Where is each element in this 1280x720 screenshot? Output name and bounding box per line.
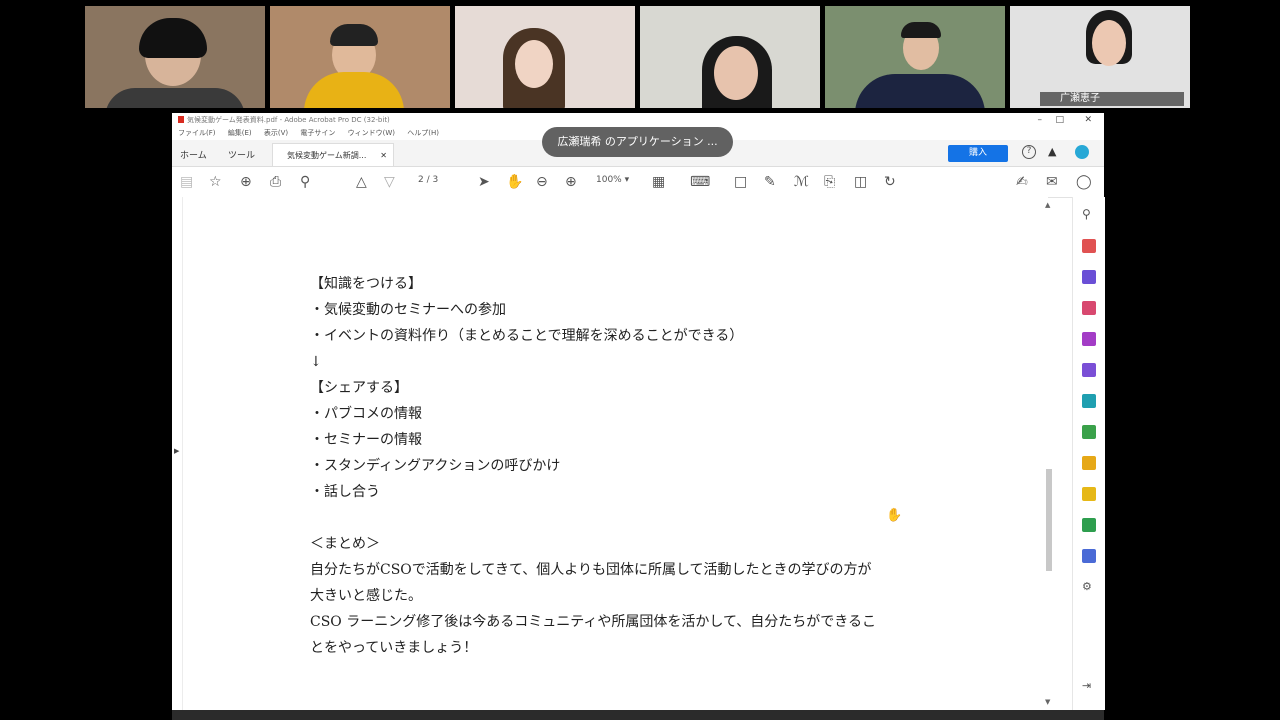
minimize-button[interactable]: – [1038,113,1043,127]
participant-tile-6-active-speaker[interactable]: 广瀬恵子 [1010,6,1190,108]
zoom-in-icon[interactable]: ⊕ [565,174,577,190]
screen-share-toast[interactable]: 広瀬瑞希 のアプリケーション ... [542,127,733,157]
select-cursor-icon[interactable]: ➤ [478,174,490,190]
print-production-icon[interactable] [1082,518,1096,532]
share-icon[interactable]: ◯ [1076,174,1092,190]
zoom-value: 100% [596,175,622,185]
next-page-icon[interactable]: ▽ [384,174,395,190]
participant-name-label: 广瀬恵子 [1040,92,1184,106]
pdf-file-icon [178,116,184,123]
menu-help[interactable]: ヘルプ(H) [407,129,439,137]
text-line: ・話し合う [310,484,380,500]
hand-cursor-icon: ✋ [886,508,903,523]
zoom-level-select[interactable]: 100% ▾ [596,175,629,185]
text-line: ・セミナーの情報 [310,432,422,448]
fit-page-icon[interactable]: ▦ [652,174,665,190]
delete-icon[interactable]: ◫ [854,174,867,190]
fill-sign-icon[interactable]: ✍ [1016,174,1028,190]
stamp-icon[interactable]: ⎘ [824,174,835,190]
search-icon[interactable]: ⚲ [300,174,310,190]
menu-view[interactable]: 表示(V) [264,129,288,137]
text-line: 自分たちがCSOで活動をしてきて、個人よりも団体に所属して活動したときの学びの方… [310,562,872,578]
menu-file[interactable]: ファイル(F) [178,129,216,137]
bottom-bar [172,710,1104,720]
text-line: ・スタンディングアクションの呼びかけ [310,458,561,474]
text-line: 【知識をつける】 [310,276,422,292]
help-icon[interactable]: ? [1022,145,1036,159]
page-indicator[interactable]: 2 / 3 [418,175,438,185]
scrollbar-thumb[interactable] [1046,469,1052,571]
participant-tile-4[interactable] [640,6,820,108]
window-title: 気候変動ゲーム発表資料.pdf - Adobe Acrobat Pro DC (… [187,116,390,124]
export-pdf-icon[interactable] [1082,332,1096,346]
email-icon[interactable]: ✉ [1046,174,1058,190]
organize-pages-icon[interactable] [1082,301,1096,315]
acrobat-window: 気候変動ゲーム発表資料.pdf - Adobe Acrobat Pro DC (… [172,113,1105,710]
maximize-button[interactable]: □ [1055,113,1064,127]
text-line: 【シェアする】 [310,380,408,396]
text-line: ・気候変動のセミナーへの参加 [310,302,506,318]
text-line: ・イベントの資料作り（まとめることで理解を深めることができる） [310,328,744,344]
hand-tool-icon[interactable]: ✋ [506,174,523,190]
scroll-up-icon[interactable]: ▲ [1045,201,1050,209]
highlight-pen-icon[interactable]: ✎ [764,174,776,190]
compress-icon[interactable] [1082,425,1096,439]
collapse-pane-icon[interactable]: ⇥ [1082,679,1096,693]
bookmark-star-icon[interactable]: ☆ [209,174,222,190]
previous-page-icon[interactable]: △ [356,174,367,190]
scroll-down-icon[interactable]: ▼ [1045,698,1050,706]
right-tools-pane: ⚲ ⚙ ⇥ [1072,197,1105,710]
buy-button[interactable]: 購入 [948,145,1008,162]
zoom-out-icon[interactable]: ⊖ [536,174,548,190]
pdf-page-content: 【知識をつける】 ・気候変動のセミナーへの参加 ・イベントの資料作り（まとめるこ… [310,271,876,661]
participant-tile-5[interactable] [825,6,1005,108]
text-line: ＜まとめ＞ [310,536,380,552]
sign-icon[interactable]: ℳ [794,174,809,190]
tab-tools[interactable]: ツール [228,148,255,161]
close-window-button[interactable]: ✕ [1084,113,1092,127]
send-for-comments-icon[interactable] [1082,456,1096,470]
combine-files-icon[interactable] [1082,270,1096,284]
print-icon[interactable]: ⎙ [270,174,281,190]
comment-tool-icon[interactable] [1082,487,1096,501]
menu-window[interactable]: ウィンドウ(W) [348,129,395,137]
page-current[interactable]: 2 [418,175,424,185]
menu-edit[interactable]: 編集(E) [228,129,252,137]
text-line: CSO ラーニング修了後は今あるコミュニティや所属団体を活かして、自分たちができ… [310,614,876,630]
text-line: とをやっていきましょう！ [310,640,478,656]
left-panel-toggle[interactable]: ▶ [172,197,183,710]
rotate-icon[interactable]: ↻ [884,174,896,190]
page-total: / 3 [426,175,439,185]
vertical-scrollbar[interactable]: ▲ ▼ [1044,199,1054,708]
text-line: ↓ [310,354,322,370]
fill-sign-tool-icon[interactable] [1082,394,1096,408]
menu-e-sign[interactable]: 電子サイン [300,129,335,137]
participant-tile-3[interactable] [455,6,635,108]
edit-pdf-icon[interactable] [1082,363,1096,377]
toolbar: ▤ ☆ ⊕ ⎙ ⚲ △ ▽ 2 / 3 ➤ ✋ ⊖ ⊕ 100% ▾ ▦ ⌨ □… [172,167,1104,198]
participant-tile-1[interactable] [85,6,265,108]
keyboard-icon[interactable]: ⌨ [690,174,710,190]
text-line: 大きいと感じた。 [310,588,422,604]
zoom-search-icon[interactable]: ⚲ [1082,207,1096,221]
tab-document[interactable]: 気候変動ゲーム新調... ✕ [272,143,394,166]
avatar[interactable] [1075,145,1089,159]
protect-icon[interactable] [1082,549,1096,563]
close-tab-icon[interactable]: ✕ [380,144,387,167]
text-line: ・パブコメの情報 [310,406,422,422]
document-tab-label: 気候変動ゲーム新調... [287,151,367,160]
tab-home[interactable]: ホーム [180,148,207,161]
participant-tile-2[interactable] [270,6,450,108]
upload-cloud-icon[interactable]: ⊕ [240,174,252,190]
more-tools-icon[interactable]: ⚙ [1082,580,1096,594]
expand-left-panel-icon[interactable]: ▶ [174,447,179,455]
save-icon[interactable]: ▤ [180,174,193,190]
title-bar: 気候変動ゲーム発表資料.pdf - Adobe Acrobat Pro DC (… [172,113,1104,127]
bell-icon[interactable]: ▲ [1048,145,1062,159]
create-pdf-icon[interactable] [1082,239,1096,253]
comment-icon[interactable]: □ [734,174,747,190]
video-gallery: 广瀬恵子 [85,6,1191,108]
